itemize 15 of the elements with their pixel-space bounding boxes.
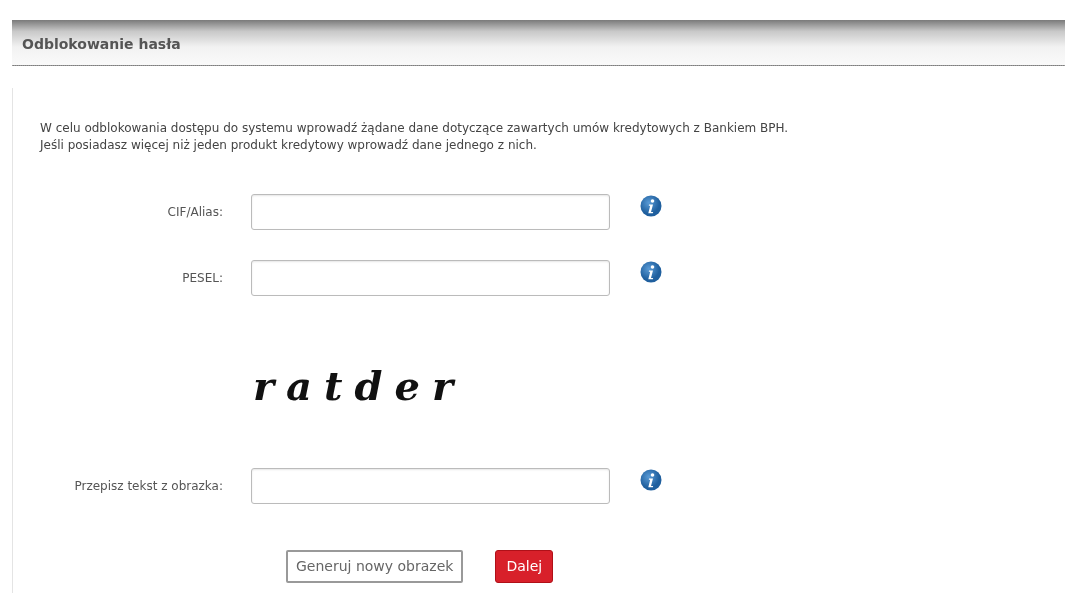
- generate-button[interactable]: Generuj nowy obrazek: [286, 550, 464, 583]
- next-button[interactable]: Dalej: [495, 550, 554, 583]
- field-label: CIF/Alias:: [166, 204, 223, 221]
- field-label: Przepisz tekst z obrazka:: [73, 478, 223, 495]
- input-field[interactable]: [251, 468, 610, 504]
- info-icon[interactable]: [640, 469, 662, 491]
- intro-text: W celu odblokowania dostępu do systemu wprowadź żądane dane dotyczące zawartych umów kredytowych z Bankiem BPH.: [40, 120, 790, 137]
- captcha-image: ratder: [253, 361, 466, 411]
- panel-title: Odblokowanie hasła: [22, 35, 181, 54]
- intro-text: Jeśli posiadasz więcej niż jeden produkt kredytowy wprowadź dane jednego z nich.: [40, 137, 538, 154]
- info-icon[interactable]: [640, 261, 662, 283]
- info-icon[interactable]: [640, 195, 662, 217]
- input-field[interactable]: [251, 194, 610, 230]
- input-field[interactable]: [251, 260, 610, 296]
- field-label: PESEL:: [181, 270, 223, 287]
